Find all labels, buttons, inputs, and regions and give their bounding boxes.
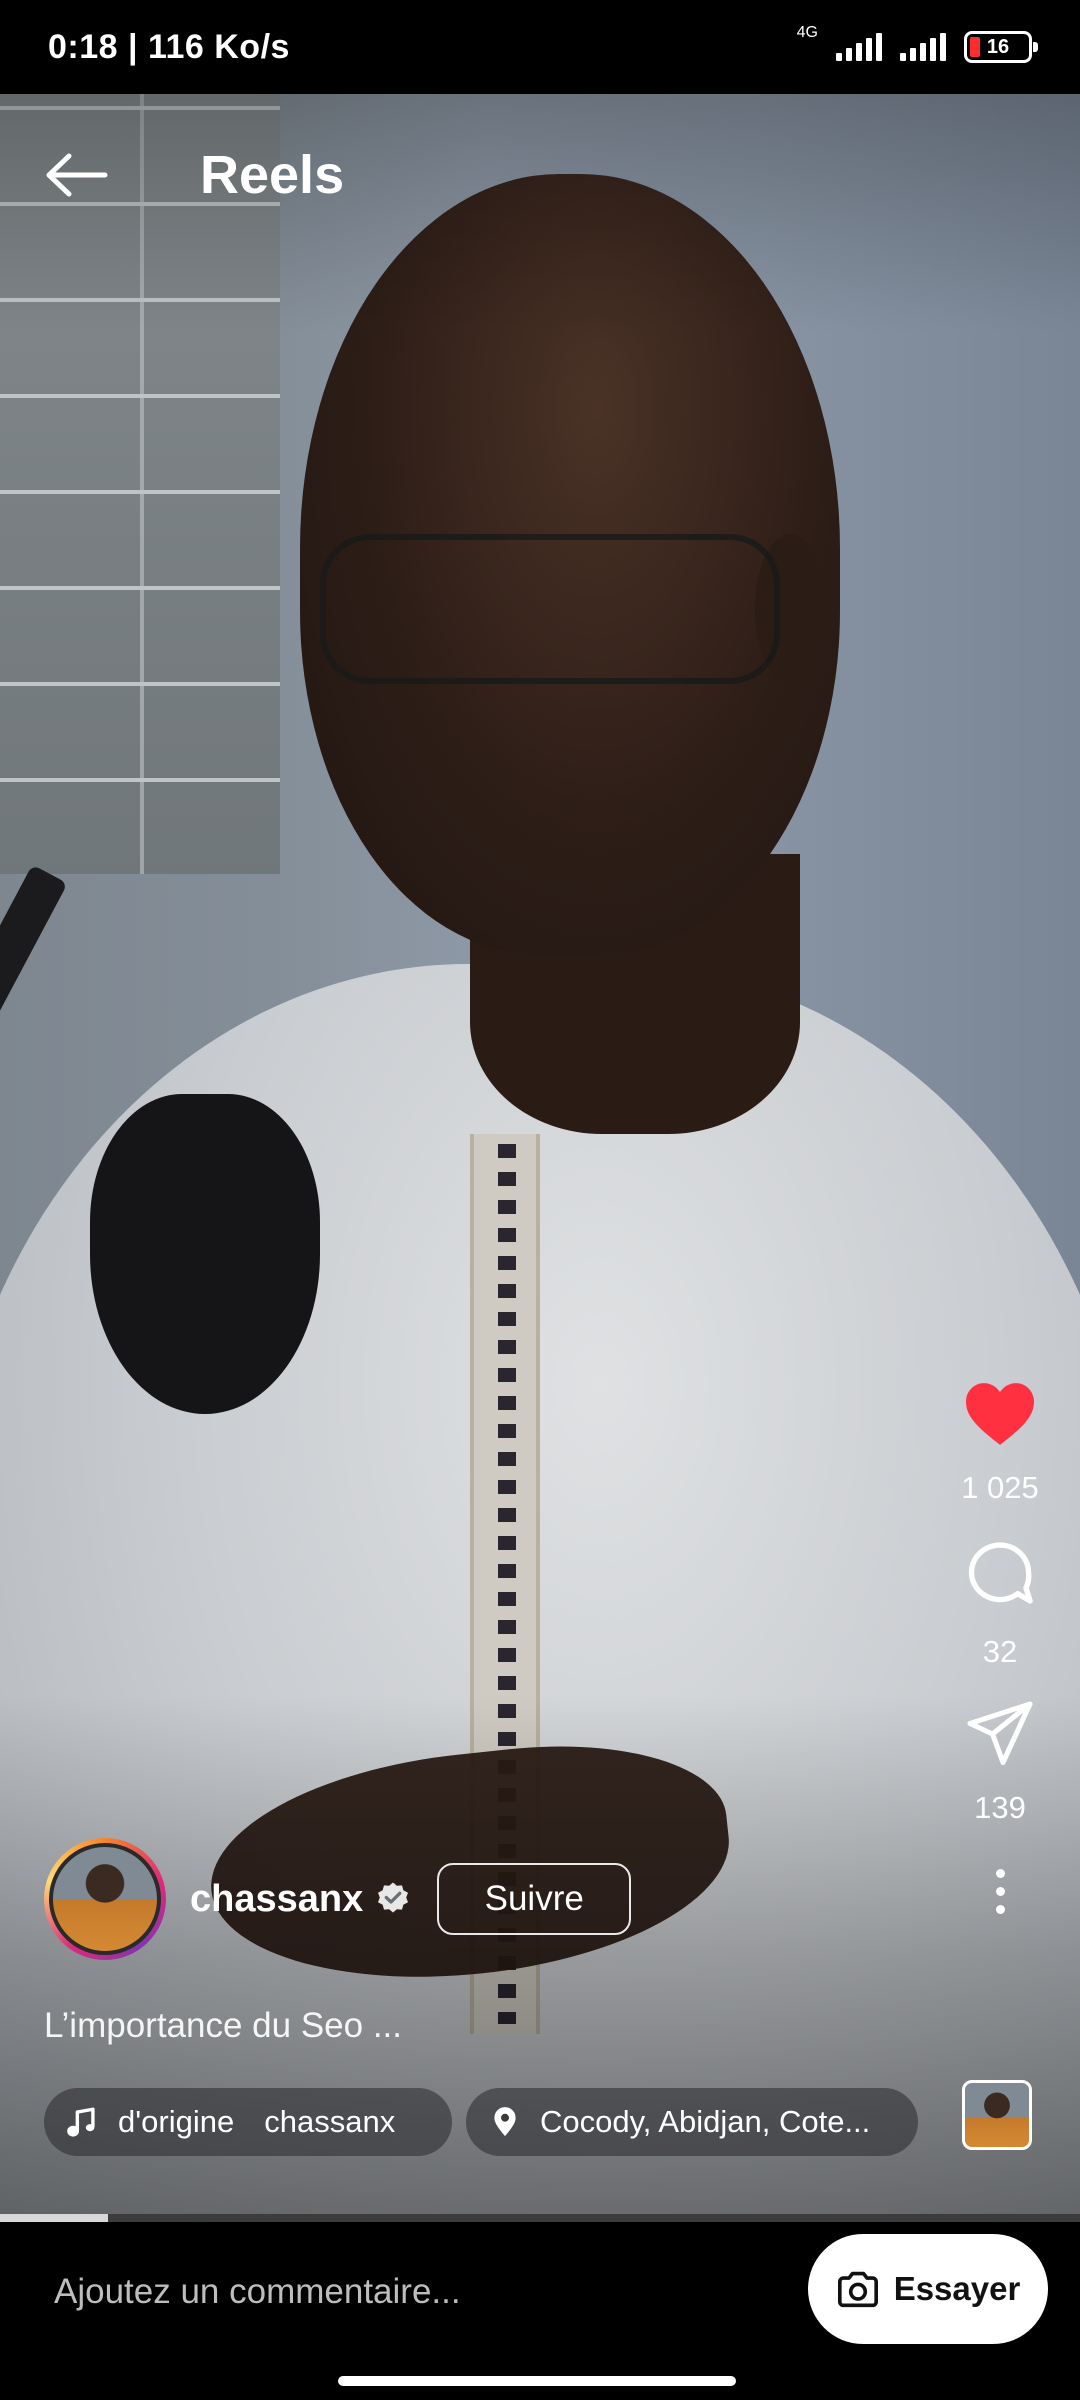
- like-count: 1 025: [961, 1470, 1039, 1505]
- location-pill[interactable]: Cocody, Abidjan, Cote...: [466, 2088, 918, 2156]
- verified-badge-icon: [378, 1882, 409, 1913]
- avatar-image: [49, 1843, 161, 1955]
- share-count: 139: [974, 1790, 1026, 1825]
- comment-icon: [968, 1542, 1033, 1604]
- location-text: Cocody, Abidjan, Cote...: [540, 2104, 871, 2139]
- audio-pill[interactable]: d'origine chassanx: [44, 2088, 452, 2156]
- comment-button[interactable]: 32: [962, 1536, 1038, 1670]
- video-progress-bar[interactable]: [0, 2214, 1080, 2222]
- signal-icon: [836, 33, 882, 61]
- share-button[interactable]: 139: [964, 1700, 1036, 1826]
- status-bar: 0:18 | 116 Ko/s 4G 16: [0, 0, 1080, 94]
- audio-thumbnail[interactable]: [962, 2080, 1032, 2150]
- location-pin-icon: [494, 2107, 516, 2137]
- page-title: Reels: [200, 145, 345, 205]
- video-subject-glasses: [320, 534, 780, 684]
- signal-icon-secondary: [900, 33, 946, 61]
- comment-count: 32: [982, 1634, 1018, 1669]
- meta-pills: d'origine chassanx Cocody, Abidjan, Cote…: [44, 2088, 918, 2156]
- try-effect-label: Essayer: [893, 2270, 1021, 2307]
- author-avatar[interactable]: [44, 1838, 166, 1960]
- back-arrow-icon: [46, 153, 108, 197]
- reels-header: Reels: [0, 120, 1080, 230]
- back-button[interactable]: [42, 140, 112, 210]
- battery-icon: 16: [964, 31, 1038, 63]
- reel-caption[interactable]: L’importance du Seo ...: [44, 2006, 402, 2046]
- heart-icon: [965, 1383, 1034, 1445]
- try-effect-button[interactable]: Essayer: [808, 2234, 1048, 2344]
- video-microphone: [90, 1094, 320, 1414]
- music-note-icon: [67, 2107, 95, 2137]
- send-icon: [967, 1701, 1033, 1766]
- more-options-button[interactable]: [970, 1856, 1030, 1926]
- video-progress-fill: [0, 2214, 108, 2222]
- audio-label: d'origine: [118, 2104, 235, 2139]
- battery-level: 16: [986, 35, 1010, 58]
- audio-artist: chassanx: [264, 2104, 396, 2139]
- like-button[interactable]: 1 025: [961, 1380, 1039, 1506]
- author-username[interactable]: chassanx: [190, 1878, 363, 1921]
- camera-icon: [837, 2271, 878, 2308]
- comment-input[interactable]: [54, 2272, 754, 2312]
- author-row: chassanx Suivre: [44, 1838, 632, 1960]
- status-icons: 4G 16: [797, 24, 1038, 63]
- home-indicator[interactable]: [338, 2376, 736, 2386]
- more-dot-icon: [995, 1868, 1005, 1878]
- network-type-label: 4G: [796, 24, 818, 41]
- comment-bar: Essayer: [0, 2222, 1080, 2400]
- status-time-speed: 0:18 | 116 Ko/s: [48, 27, 290, 66]
- follow-button[interactable]: Suivre: [437, 1863, 632, 1935]
- action-column: 1 025 32 139: [920, 1380, 1080, 1926]
